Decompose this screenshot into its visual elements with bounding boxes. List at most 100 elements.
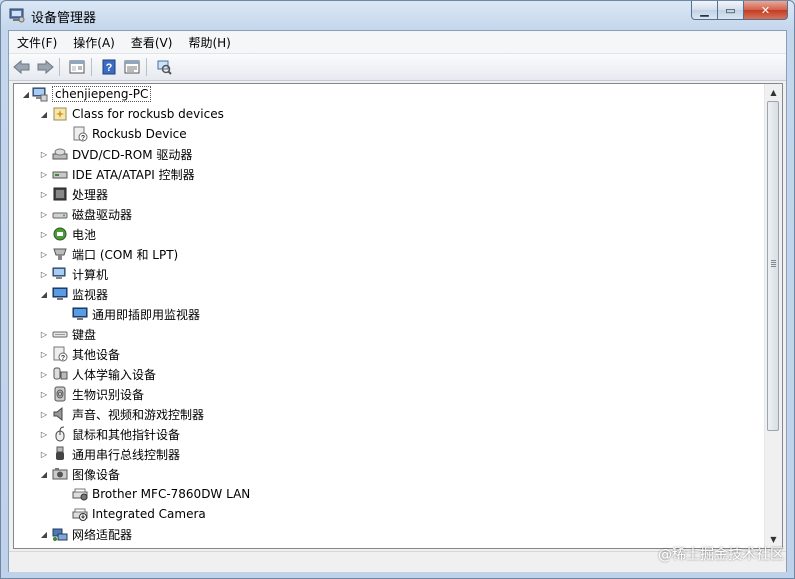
device-manager-window: 设备管理器 ▁ ▭ ✕ 文件(F) 操作(A) 查看(V) 帮助(H) ? ◢ … — [0, 0, 795, 579]
tree-category-label: DVD/CD-ROM 驱动器 — [72, 147, 193, 162]
computer-icon — [32, 87, 48, 102]
menu-action[interactable]: 操作(A) — [65, 34, 123, 51]
minimize-button[interactable]: ▁ — [691, 1, 718, 20]
tree-category[interactable]: IDE ATA/ATAPI 控制器 — [52, 164, 195, 184]
tree-root-label: chenjiepeng-PC — [52, 86, 152, 102]
tree-device-label: 通用即插即用监视器 — [92, 307, 201, 322]
scrollbar-thumb[interactable] — [767, 101, 779, 431]
window-title: 设备管理器 — [31, 11, 97, 26]
expand-icon[interactable]: ▷ — [40, 450, 48, 459]
expand-icon[interactable]: ▷ — [40, 330, 48, 339]
tree-category[interactable]: Class for rockusb devices — [52, 104, 224, 124]
collapse-icon[interactable]: ◢ — [40, 110, 48, 119]
collapse-icon[interactable]: ◢ — [40, 530, 48, 539]
tree-category-label: 端口 (COM 和 LPT) — [72, 247, 179, 262]
other-devices-icon: ? — [53, 346, 68, 362]
tree-category-label: 计算机 — [72, 267, 109, 282]
menu-help[interactable]: 帮助(H) — [180, 34, 238, 51]
expand-icon[interactable]: ▷ — [40, 190, 48, 199]
maximize-button[interactable]: ▭ — [718, 1, 744, 20]
monitor-icon — [52, 287, 68, 300]
tree-category[interactable]: 监视器 — [52, 284, 108, 304]
help-icon: ? — [102, 59, 116, 75]
tree-category-label: Class for rockusb devices — [72, 107, 224, 121]
tree-category[interactable]: 计算机 — [52, 264, 108, 284]
collapse-icon[interactable]: ◢ — [40, 290, 48, 299]
speaker-icon — [53, 406, 63, 422]
expand-icon[interactable]: ▷ — [40, 370, 48, 379]
ide-controller-icon — [52, 171, 68, 179]
expand-icon[interactable]: ▷ — [40, 210, 48, 219]
tree-category[interactable]: 人体学输入设备 — [52, 364, 156, 384]
tree-category[interactable]: 声音、视频和游戏控制器 — [52, 404, 204, 424]
toolbar-separator — [91, 58, 92, 76]
dvd-drive-icon — [52, 148, 68, 160]
menu-view[interactable]: 查看(V) — [123, 34, 181, 51]
back-button[interactable] — [12, 57, 32, 77]
scroll-up-icon[interactable]: ▲ — [765, 84, 782, 101]
tree-category-label: 键盘 — [72, 327, 97, 342]
tree-category-label: 通用串行总线控制器 — [72, 447, 181, 462]
tree-category[interactable]: 生物识别设备 — [52, 384, 144, 404]
close-icon: ✕ — [760, 3, 771, 17]
tree-category[interactable]: 键盘 — [52, 324, 96, 344]
tree-category[interactable]: DVD/CD-ROM 驱动器 — [52, 144, 192, 164]
maximize-icon: ▭ — [725, 3, 736, 17]
scan-hardware-button[interactable] — [154, 57, 174, 77]
properties-button[interactable] — [122, 57, 142, 77]
expand-icon[interactable]: ▷ — [40, 390, 48, 399]
tree-device[interactable]: ? Rockusb Device — [72, 124, 187, 144]
tree-category[interactable]: 通用串行总线控制器 — [52, 444, 180, 464]
expand-icon[interactable]: ▷ — [40, 250, 48, 259]
tree-category[interactable]: ? 其他设备 — [52, 344, 120, 364]
tree-category[interactable]: 端口 (COM 和 LPT) — [52, 244, 178, 264]
tree-category[interactable]: 鼠标和其他指针设备 — [52, 424, 180, 444]
collapse-icon[interactable]: ◢ — [40, 470, 48, 479]
expand-icon[interactable]: ▷ — [40, 170, 48, 179]
tree-root[interactable]: chenjiepeng-PC — [32, 84, 152, 104]
collapse-icon[interactable]: ◢ — [22, 90, 30, 99]
tree-category-label: 声音、视频和游戏控制器 — [72, 407, 205, 422]
title-bar[interactable]: 设备管理器 ▁ ▭ ✕ — [1, 1, 794, 29]
tree-device[interactable]: 通用即插即用监视器 — [72, 304, 200, 324]
svg-text:?: ? — [61, 355, 65, 362]
usb-icon — [56, 446, 64, 460]
show-hide-console-tree-button[interactable] — [67, 57, 87, 77]
toolbar-separator — [146, 58, 147, 76]
scroll-grip-icon — [771, 260, 776, 267]
computer-icon — [52, 267, 66, 279]
tree-category[interactable]: 处理器 — [52, 184, 108, 204]
tree-category[interactable]: 磁盘驱动器 — [52, 204, 132, 224]
mouse-icon — [55, 426, 65, 442]
expand-icon[interactable]: ▷ — [40, 350, 48, 359]
expand-icon[interactable]: ▷ — [40, 430, 48, 439]
help-button[interactable]: ? — [99, 57, 119, 77]
menu-file[interactable]: 文件(F) — [9, 34, 65, 51]
imaging-icon — [52, 468, 68, 480]
tree-category[interactable]: 电池 — [52, 224, 96, 244]
forward-button[interactable] — [35, 57, 55, 77]
properties-icon — [124, 60, 140, 74]
svg-text:?: ? — [106, 62, 113, 74]
tree-category-label: 其他设备 — [72, 347, 121, 362]
expand-icon[interactable]: ▷ — [40, 410, 48, 419]
tree-category[interactable]: 网络适配器 — [52, 524, 132, 544]
device-tree[interactable]: ◢ chenjiepeng-PC ◢ Class for rockusb dev… — [13, 83, 783, 549]
back-icon — [13, 59, 30, 75]
expand-icon[interactable]: ▷ — [40, 270, 48, 279]
tree-device[interactable]: Integrated Camera — [72, 504, 206, 524]
expand-icon[interactable]: ▷ — [40, 150, 48, 159]
camera-icon — [72, 508, 88, 521]
expand-icon[interactable]: ▷ — [40, 230, 48, 239]
vertical-scrollbar[interactable]: ▲ ▼ — [764, 84, 782, 548]
biometric-icon — [54, 386, 66, 402]
tree-device[interactable]: Brother MFC-7860DW LAN — [72, 484, 250, 504]
toolbar-separator — [59, 58, 60, 76]
toolbar: ? — [9, 54, 786, 81]
close-button[interactable]: ✕ — [744, 1, 788, 20]
tree-device-label: Brother MFC-7860DW LAN — [92, 487, 251, 501]
client-area: 文件(F) 操作(A) 查看(V) 帮助(H) ? ◢ chenjiepeng-… — [8, 30, 787, 572]
battery-icon — [53, 227, 67, 241]
network-adapter-icon — [52, 528, 68, 541]
tree-category[interactable]: 图像设备 — [52, 464, 120, 484]
